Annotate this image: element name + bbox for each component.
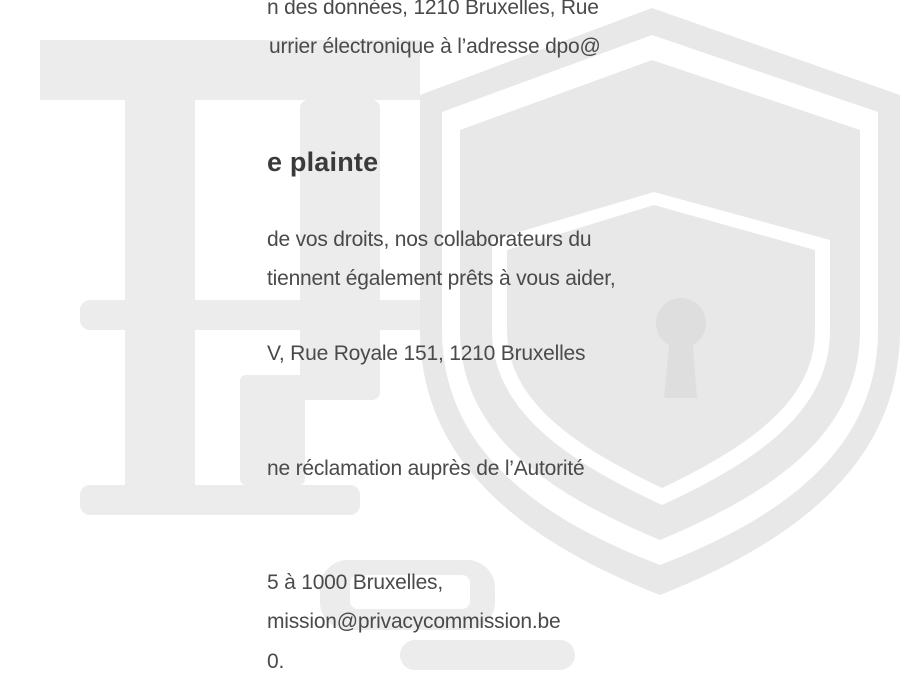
document-text: n des données, 1210 Bruxelles, Rue urrie… — [0, 0, 906, 697]
paragraph-line: urrier électronique à l’adresse dpo@ — [269, 35, 601, 58]
authority-tail: 0. — [267, 650, 285, 673]
address-line: V, Rue Royale 151, 1210 Bruxelles — [267, 342, 586, 365]
authority-email: mission@privacycommission.be — [267, 610, 561, 633]
paragraph-line: de vos droits, nos collaborateurs du — [267, 228, 592, 251]
paragraph-line: n des données, 1210 Bruxelles, Rue — [267, 0, 599, 19]
paragraph-line: tiennent également prêts à vous aider, — [267, 267, 616, 290]
authority-address: 5 à 1000 Bruxelles, — [267, 571, 443, 594]
paragraph-line: ne réclamation auprès de l’Autorité — [267, 457, 585, 480]
section-heading: e plainte — [267, 147, 379, 177]
